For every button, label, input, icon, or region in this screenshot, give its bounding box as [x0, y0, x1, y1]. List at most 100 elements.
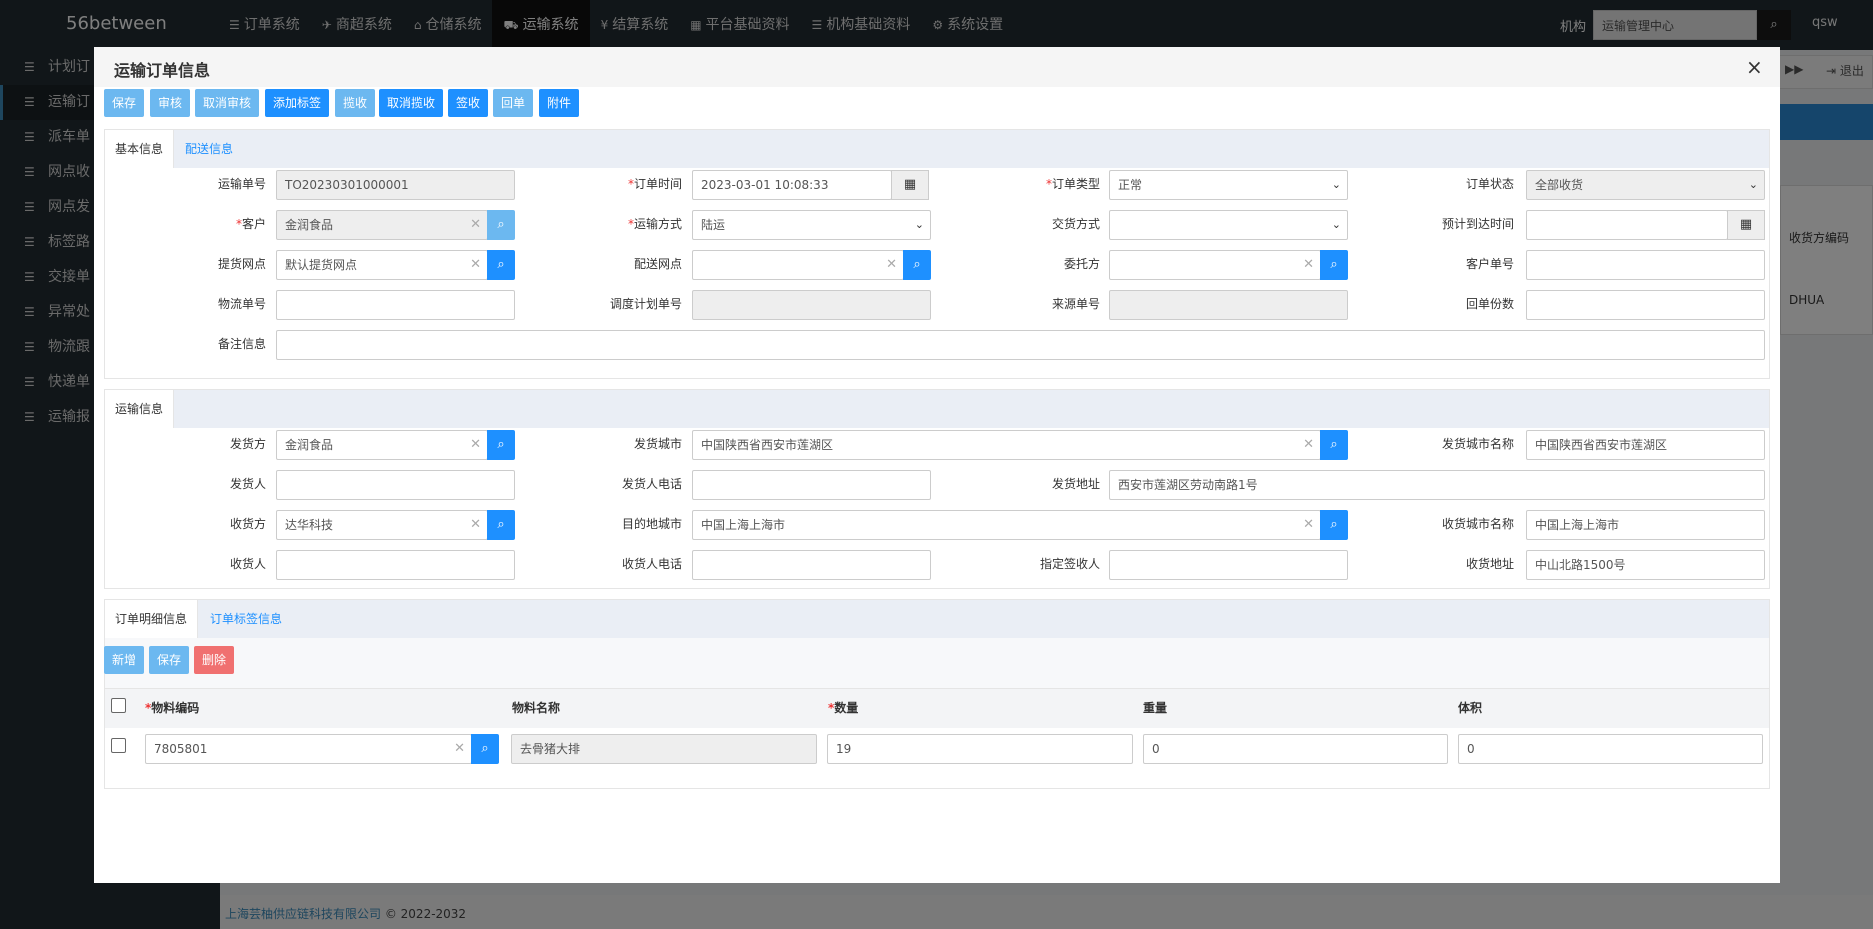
recv-city-name-field[interactable]: 中国上海上海市 [1526, 510, 1765, 540]
detail-tabbar: 订单明细信息 订单标签信息 [105, 600, 1769, 638]
ship-addr-field[interactable]: 西安市莲湖区劳动南路1号 [1109, 470, 1765, 500]
row-checkbox[interactable] [111, 738, 126, 753]
save-button[interactable]: 保存 [104, 89, 145, 117]
close-icon[interactable]: × [1746, 55, 1763, 79]
consignor-field[interactable]: ✕ [1109, 250, 1321, 280]
calendar-icon[interactable]: ▦ [1727, 210, 1765, 240]
dest-city-search-button[interactable]: ⌕ [1320, 510, 1348, 540]
volume-field[interactable]: 0 [1458, 734, 1763, 764]
material-search-button[interactable]: ⌕ [471, 734, 499, 764]
recv-addr-field[interactable]: 中山北路1500号 [1526, 550, 1765, 580]
add-label-button[interactable]: 添加标签 [265, 89, 330, 117]
receipt-button[interactable]: 回单 [493, 89, 534, 117]
tab-basic-info[interactable]: 基本信息 [105, 130, 175, 168]
transport-order-modal: 运输订单信息 × 保存 审核 取消审核 添加标签 揽收 取消揽收 签收 回单 附… [94, 47, 1780, 883]
transport-mode-select[interactable]: 陆运 ⌄ [692, 210, 931, 240]
dest-city-label: 目的地城市 [621, 517, 682, 531]
calendar-icon[interactable]: ▦ [891, 170, 929, 200]
clear-icon[interactable]: ✕ [470, 211, 481, 239]
plan-no-label: 调度计划单号 [609, 297, 682, 311]
material-code-field[interactable]: 7805801 ✕ [145, 734, 472, 764]
remark-field[interactable] [276, 330, 1765, 360]
clear-icon[interactable]: ✕ [454, 735, 465, 763]
dispatch-point-field[interactable]: ✕ [692, 250, 904, 280]
signer-field[interactable] [1109, 550, 1348, 580]
eta-field[interactable] [1526, 210, 1728, 240]
tab-delivery-info[interactable]: 配送信息 [175, 130, 243, 168]
shipper-search-button[interactable]: ⌕ [487, 430, 515, 460]
tab-order-labels[interactable]: 订单标签信息 [200, 600, 292, 638]
customer-field[interactable]: 金润食品 ✕ [276, 210, 488, 240]
clear-icon[interactable]: ✕ [886, 251, 897, 279]
receiver-field[interactable] [276, 550, 515, 580]
order-time-label: *订单时间 [627, 177, 682, 191]
order-time-field[interactable]: 2023-03-01 10:08:33 [692, 170, 892, 200]
receiver-label: 收货人 [229, 557, 266, 571]
delete-rows-button[interactable]: 删除 [194, 646, 235, 674]
receiver-party-value: 达华科技 [285, 518, 334, 532]
chevron-down-icon: ⌄ [1748, 178, 1758, 191]
material-name-field[interactable]: 去骨猪大排 [511, 734, 817, 764]
delivery-mode-select[interactable]: ⌄ [1109, 210, 1348, 240]
sender-phone-field[interactable] [692, 470, 931, 500]
cancel-audit-button[interactable]: 取消审核 [195, 89, 260, 117]
sender-label: 发货人 [229, 477, 266, 491]
sender-field[interactable] [276, 470, 515, 500]
ship-city-field[interactable]: 中国陕西省西安市莲湖区 ✕ [692, 430, 1321, 460]
shipper-value: 金润食品 [285, 438, 334, 452]
customer-search-button[interactable]: ⌕ [487, 210, 515, 240]
add-row-button[interactable]: 新增 [104, 646, 145, 674]
quantity-field[interactable]: 19 [827, 734, 1133, 764]
tab-order-detail[interactable]: 订单明细信息 [105, 600, 199, 638]
sign-button[interactable]: 签收 [448, 89, 489, 117]
chevron-down-icon: ⌄ [914, 218, 924, 231]
logistics-no-field[interactable] [276, 290, 515, 320]
clear-icon[interactable]: ✕ [470, 431, 481, 459]
material-code-value: 7805801 [154, 742, 208, 756]
column-header-code: *物料编码 [145, 701, 200, 715]
waybill-no-field[interactable]: TO20230301000001 [276, 170, 515, 200]
order-status-select[interactable]: 全部收货 ⌄ [1526, 170, 1765, 200]
audit-button[interactable]: 审核 [150, 89, 191, 117]
save-rows-button[interactable]: 保存 [149, 646, 190, 674]
search-icon: ⌕ [1330, 437, 1338, 452]
consignor-search-button[interactable]: ⌕ [1320, 250, 1348, 280]
customer-no-field[interactable] [1526, 250, 1765, 280]
select-all-checkbox[interactable] [111, 698, 126, 713]
search-icon: ⌕ [1330, 257, 1338, 272]
signer-label: 指定签收人 [1039, 557, 1100, 571]
table-header-row [105, 688, 1769, 728]
attachment-button[interactable]: 附件 [539, 89, 580, 117]
dest-city-field[interactable]: 中国上海上海市 ✕ [692, 510, 1321, 540]
ship-city-value: 中国陕西省西安市莲湖区 [701, 438, 834, 452]
customer-label: *客户 [235, 217, 266, 231]
clear-icon[interactable]: ✕ [1303, 431, 1314, 459]
clear-icon[interactable]: ✕ [1303, 511, 1314, 539]
ship-city-search-button[interactable]: ⌕ [1320, 430, 1348, 460]
source-no-field[interactable] [1109, 290, 1348, 320]
tab-transport-info[interactable]: 运输信息 [105, 390, 175, 428]
pickup-button[interactable]: 揽收 [335, 89, 376, 117]
receiver-party-field[interactable]: 达华科技 ✕ [276, 510, 488, 540]
pickup-point-search-button[interactable]: ⌕ [487, 250, 515, 280]
order-type-select[interactable]: 正常 ⌄ [1109, 170, 1348, 200]
receipt-copies-field[interactable] [1526, 290, 1765, 320]
ship-city-label: 发货城市 [633, 437, 682, 451]
weight-field[interactable]: 0 [1143, 734, 1448, 764]
detail-toolbar-bg [105, 638, 1769, 688]
clear-icon[interactable]: ✕ [470, 511, 481, 539]
ship-city-name-field[interactable]: 中国陕西省西安市莲湖区 [1526, 430, 1765, 460]
clear-icon[interactable]: ✕ [1303, 251, 1314, 279]
search-icon: ⌕ [497, 437, 505, 452]
dispatch-point-search-button[interactable]: ⌕ [903, 250, 931, 280]
plan-no-field[interactable] [692, 290, 931, 320]
cancel-pickup-button[interactable]: 取消揽收 [379, 89, 444, 117]
logistics-no-label: 物流单号 [217, 297, 266, 311]
pickup-point-field[interactable]: 默认提货网点 ✕ [276, 250, 488, 280]
source-no-label: 来源单号 [1051, 297, 1100, 311]
receiver-phone-field[interactable] [692, 550, 931, 580]
clear-icon[interactable]: ✕ [470, 251, 481, 279]
shipper-field[interactable]: 金润食品 ✕ [276, 430, 488, 460]
order-status-label: 订单状态 [1465, 177, 1514, 191]
receiver-party-search-button[interactable]: ⌕ [487, 510, 515, 540]
